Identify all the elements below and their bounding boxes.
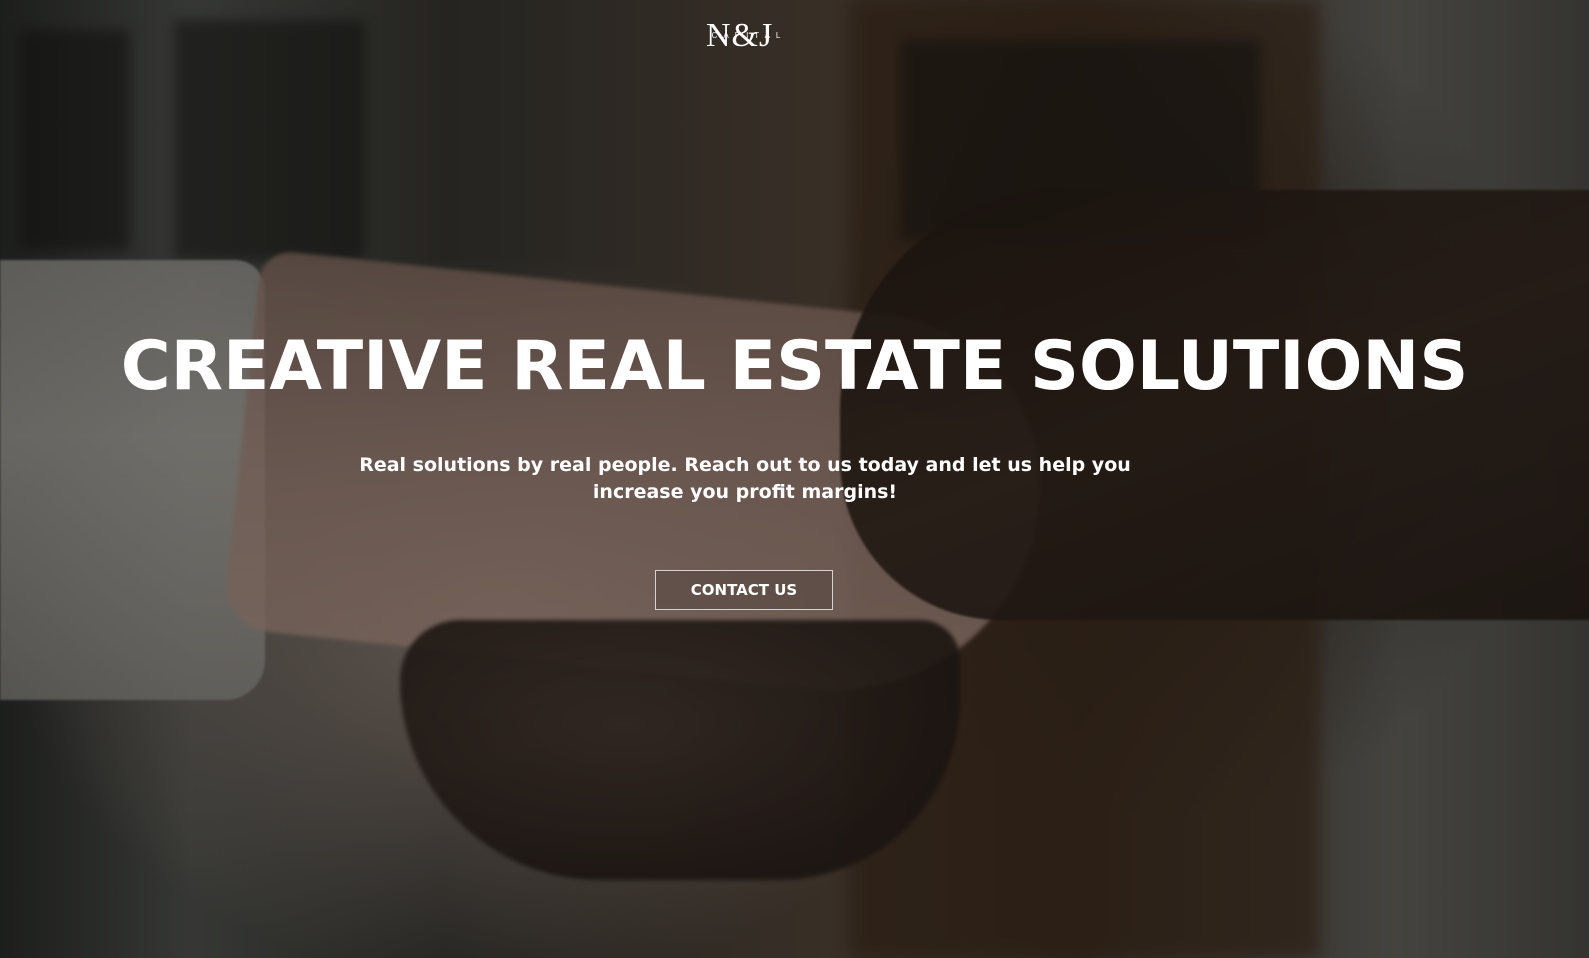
logo-subtitle: CAPITAL bbox=[711, 31, 787, 40]
logo[interactable]: N&J CAPITAL bbox=[706, 18, 792, 54]
hero-subtext: Real solutions by real people. Reach out… bbox=[359, 454, 1131, 503]
contact-us-button[interactable]: CONTACT US bbox=[655, 570, 833, 610]
hero-section: N&J CAPITAL CREATIVE REAL ESTATE SOLUTIO… bbox=[0, 0, 1589, 958]
hero-headline: CREATIVE REAL ESTATE SOLUTIONS bbox=[120, 327, 1469, 406]
